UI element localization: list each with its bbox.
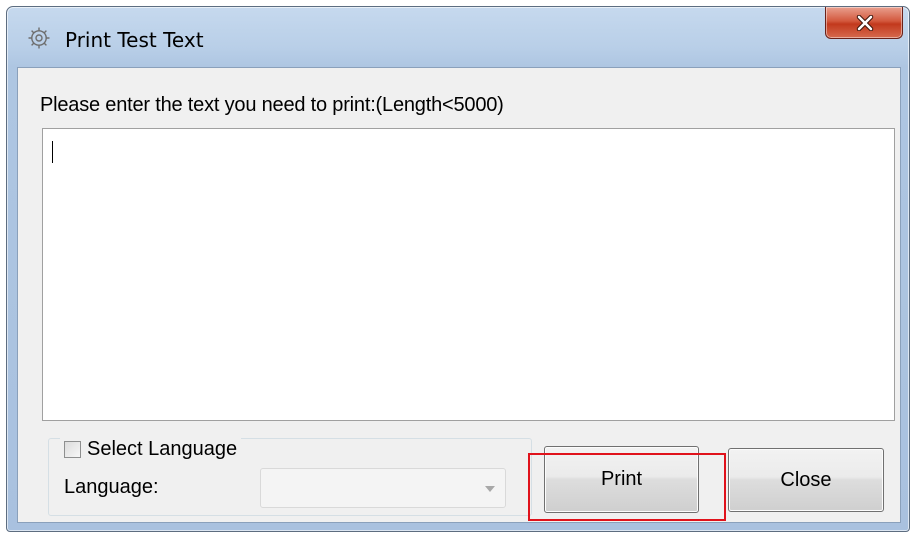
print-text-input[interactable] <box>42 128 895 421</box>
language-label: Language: <box>64 476 159 498</box>
select-language-label[interactable]: Select Language <box>87 438 237 461</box>
window-title: Print Test Text <box>65 28 204 52</box>
select-language-row[interactable]: Select Language <box>60 436 242 462</box>
select-language-checkbox[interactable] <box>64 440 81 458</box>
close-button[interactable]: Close <box>728 448 884 512</box>
text-cursor <box>52 141 53 163</box>
print-test-text-dialog: Print Test Text Please enter the text yo… <box>6 6 910 532</box>
title-bar[interactable]: Print Test Text <box>7 7 909 67</box>
print-button[interactable]: Print <box>544 446 699 513</box>
language-dropdown[interactable] <box>260 468 506 508</box>
chevron-down-icon <box>485 486 495 492</box>
close-icon <box>856 15 874 31</box>
gear-icon <box>27 26 51 50</box>
dialog-body: Please enter the text you need to print:… <box>17 67 901 523</box>
window-close-button[interactable] <box>825 7 903 39</box>
text-prompt-label: Please enter the text you need to print:… <box>40 94 504 116</box>
